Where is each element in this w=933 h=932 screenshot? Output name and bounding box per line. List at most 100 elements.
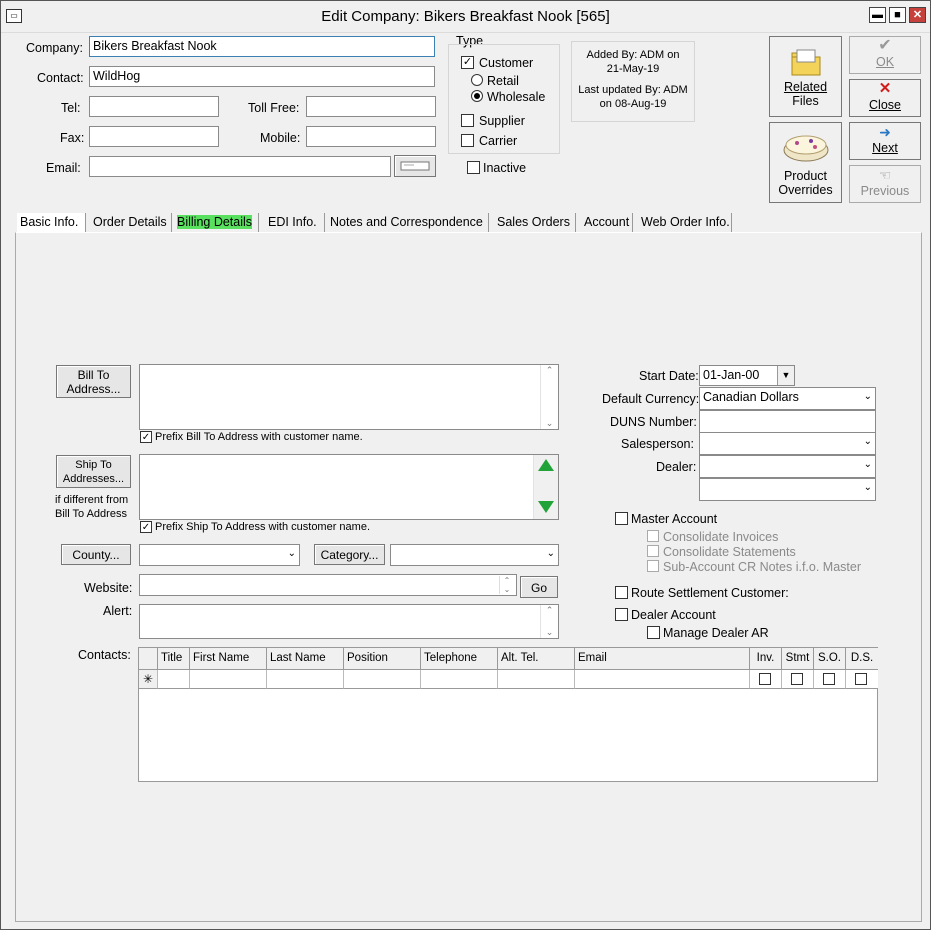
up-arrow-icon[interactable] bbox=[538, 459, 554, 471]
retail-radio[interactable] bbox=[471, 74, 483, 86]
grid-header-first-name[interactable]: First Name bbox=[190, 648, 267, 670]
grid-header-telephone[interactable]: Telephone bbox=[421, 648, 498, 670]
grid-header-stmt[interactable]: Stmt bbox=[782, 648, 814, 670]
new-row-last-name-cell[interactable] bbox=[267, 670, 344, 689]
new-row-inv-checkbox[interactable] bbox=[759, 673, 771, 685]
new-row-ds-checkbox[interactable] bbox=[855, 673, 867, 685]
bill-to-address-button[interactable]: Bill To Address... bbox=[56, 365, 131, 398]
company-field[interactable]: Bikers Breakfast Nook bbox=[89, 36, 435, 57]
website-label: Website: bbox=[84, 581, 133, 595]
chevron-down-icon: ⌄ bbox=[863, 482, 872, 493]
tab-edi-info[interactable]: EDI Info. bbox=[265, 213, 325, 232]
mobile-field[interactable] bbox=[306, 126, 436, 147]
ship-to-address-textarea[interactable] bbox=[139, 454, 559, 520]
grid-header-title[interactable]: Title bbox=[158, 648, 190, 670]
supplier-checkbox[interactable] bbox=[461, 114, 474, 127]
contact-field[interactable]: WildHog bbox=[89, 66, 435, 87]
new-row-inv-cell bbox=[750, 670, 782, 689]
sub-account-checkbox[interactable] bbox=[647, 560, 659, 572]
prefix-bill-checkbox[interactable]: ✓ bbox=[140, 431, 152, 443]
updated-by-text: Last updated By: ADM bbox=[578, 84, 688, 96]
next-arrow-icon: ➜ bbox=[879, 124, 891, 140]
duns-number-field[interactable] bbox=[699, 410, 876, 433]
dealer-account-checkbox[interactable] bbox=[615, 608, 628, 621]
grid-header-so[interactable]: S.O. bbox=[814, 648, 846, 670]
dealer-secondary-dropdown[interactable]: ⌄ bbox=[699, 478, 876, 501]
tab-account[interactable]: Account bbox=[581, 213, 633, 232]
new-row-title-cell[interactable] bbox=[158, 670, 190, 689]
alert-textarea[interactable]: ⌃ ⌄ bbox=[139, 604, 559, 639]
contacts-grid[interactable]: Title First Name Last Name Position Tele… bbox=[138, 647, 878, 782]
next-button[interactable]: ➜ Next bbox=[849, 122, 921, 160]
default-currency-dropdown[interactable]: Canadian Dollars ⌄ bbox=[699, 387, 876, 410]
bill-to-scrollbar[interactable]: ⌃ ⌄ bbox=[540, 365, 558, 429]
down-arrow-icon[interactable] bbox=[538, 501, 554, 513]
new-row-so-checkbox[interactable] bbox=[823, 673, 835, 685]
new-row-telephone-cell[interactable] bbox=[421, 670, 498, 689]
carrier-checkbox[interactable] bbox=[461, 134, 474, 147]
dealer-dropdown[interactable]: ⌄ bbox=[699, 455, 876, 478]
new-row-position-cell[interactable] bbox=[344, 670, 421, 689]
tab-notes-correspondence[interactable]: Notes and Correspondence bbox=[327, 213, 489, 232]
route-settlement-checkbox[interactable] bbox=[615, 586, 628, 599]
go-button[interactable]: Go bbox=[520, 576, 558, 598]
checkmark-icon: ✔ bbox=[878, 37, 892, 54]
related-files-button[interactable]: Related Files bbox=[769, 36, 842, 117]
new-row-email-cell[interactable] bbox=[575, 670, 750, 689]
inactive-checkbox[interactable] bbox=[467, 161, 480, 174]
salesperson-dropdown[interactable]: ⌄ bbox=[699, 432, 876, 455]
consolidate-statements-checkbox[interactable] bbox=[647, 545, 659, 557]
new-row-marker: ✳ bbox=[139, 670, 158, 689]
product-overrides-button[interactable]: Product Overrides bbox=[769, 122, 842, 203]
grid-header-email[interactable]: Email bbox=[575, 648, 750, 670]
grid-header-inv[interactable]: Inv. bbox=[750, 648, 782, 670]
email-field[interactable] bbox=[89, 156, 391, 177]
new-row-stmt-checkbox[interactable] bbox=[791, 673, 803, 685]
consolidate-statements-label: Consolidate Statements bbox=[663, 545, 796, 559]
tab-web-order-info[interactable]: Web Order Info. bbox=[638, 213, 732, 232]
prefix-ship-checkbox[interactable]: ✓ bbox=[140, 521, 152, 533]
category-button[interactable]: Category... bbox=[314, 544, 385, 565]
maximize-button[interactable]: ■ bbox=[889, 7, 906, 23]
county-button[interactable]: County... bbox=[61, 544, 131, 565]
close-window-button[interactable]: ✕ bbox=[909, 7, 926, 23]
tab-billing-details[interactable]: Billing Details bbox=[174, 213, 259, 232]
alert-scrollbar[interactable]: ⌃ ⌄ bbox=[540, 605, 558, 638]
edit-company-window: ▭ Edit Company: Bikers Breakfast Nook [5… bbox=[0, 0, 931, 930]
product-overrides-label-1: Product bbox=[783, 169, 828, 183]
toll-free-field[interactable] bbox=[306, 96, 436, 117]
website-spinner[interactable]: ⌃ ⌄ bbox=[499, 576, 514, 594]
send-email-button[interactable] bbox=[394, 155, 436, 177]
added-date-text: 21-May-19 bbox=[606, 63, 660, 75]
grid-header-ds[interactable]: D.S. bbox=[846, 648, 878, 670]
county-dropdown[interactable]: ⌄ bbox=[139, 544, 300, 566]
ok-button[interactable]: ✔ OK bbox=[849, 36, 921, 74]
website-field[interactable]: ⌃ ⌄ bbox=[139, 574, 517, 596]
tab-order-details[interactable]: Order Details bbox=[90, 213, 172, 232]
ship-note: if different from Bill To Address bbox=[55, 494, 129, 520]
grid-header-last-name[interactable]: Last Name bbox=[267, 648, 344, 670]
grid-header-alt-tel[interactable]: Alt. Tel. bbox=[498, 648, 575, 670]
tab-basic-info[interactable]: Basic Info. bbox=[17, 213, 86, 232]
master-account-checkbox[interactable] bbox=[615, 512, 628, 525]
previous-button[interactable]: ☜ Previous bbox=[849, 165, 921, 203]
fax-field[interactable] bbox=[89, 126, 219, 147]
category-dropdown[interactable]: ⌄ bbox=[390, 544, 559, 566]
new-row-first-name-cell[interactable] bbox=[190, 670, 267, 689]
company-label: Company: bbox=[26, 41, 83, 55]
minimize-button[interactable]: ▬ bbox=[869, 7, 886, 23]
window-title: Edit Company: Bikers Breakfast Nook [565… bbox=[321, 8, 610, 25]
close-button[interactable]: ✕ Close bbox=[849, 79, 921, 117]
consolidate-invoices-checkbox[interactable] bbox=[647, 530, 659, 542]
grid-header-position[interactable]: Position bbox=[344, 648, 421, 670]
tab-sales-orders[interactable]: Sales Orders bbox=[494, 213, 576, 232]
customer-checkbox[interactable]: ✓ bbox=[461, 56, 474, 69]
manage-dealer-ar-checkbox[interactable] bbox=[647, 626, 660, 639]
start-date-picker[interactable]: 01-Jan-00 ▼ bbox=[699, 365, 795, 386]
fax-label: Fax: bbox=[60, 131, 85, 145]
new-row-alt-tel-cell[interactable] bbox=[498, 670, 575, 689]
ship-to-addresses-button[interactable]: Ship To Addresses... bbox=[56, 455, 131, 488]
bill-to-address-textarea[interactable]: ⌃ ⌄ bbox=[139, 364, 559, 430]
tel-field[interactable] bbox=[89, 96, 219, 117]
wholesale-radio[interactable] bbox=[471, 90, 483, 102]
